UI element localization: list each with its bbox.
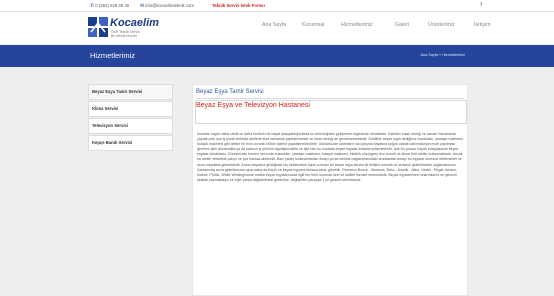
phone-number: 0 (262) 229 45 46 [95, 3, 130, 8]
logo-icon[interactable] [88, 17, 108, 38]
logo-title[interactable]: Kocaelim [110, 17, 159, 29]
phone-contact[interactable]: ✆0 (262) 229 45 46 [90, 0, 129, 12]
nav-services[interactable]: Hizmetlerimiz [341, 12, 373, 44]
sidebar-item-white-goods[interactable]: Beyaz Eşya Tamir Servisi [88, 84, 173, 100]
nav-gallery[interactable]: Galeri [395, 12, 409, 44]
email-address: info@kocaelimteknik.com [145, 3, 194, 8]
nav-corporate[interactable]: Kurumsal [302, 12, 324, 44]
content-heading: Beyaz Eşya ve Televizyon Hastanesi [196, 102, 310, 109]
nav-products[interactable]: Ürünlerimiz [428, 12, 455, 44]
sidebar-item-kepce-bandi[interactable]: Kepçe Bandı Servisi [88, 135, 173, 151]
top-contact-bar: ✆0 (262) 229 45 46 ✉info@kocaelimteknik.… [0, 0, 554, 12]
breadcrumb[interactable]: Ana Sayfa » Hizmetlerimiz [420, 53, 465, 57]
site-header: Kocaelim Özel Teknik Servis Bir teknik h… [0, 12, 554, 44]
sidebar-item-air-conditioning[interactable]: Klima Servisi [88, 101, 173, 117]
content-title: Beyaz Eşya Tamir Servisi [196, 89, 264, 95]
email-contact[interactable]: ✉info@kocaelimteknik.com [140, 0, 194, 12]
phone-icon: ✆ [90, 3, 95, 9]
nav-contact[interactable]: İletişim [474, 12, 490, 44]
page-banner: Hizmetlerimiz Ana Sayfa » Hizmetlerimiz [0, 45, 554, 67]
page-title: Hizmetlerimiz [90, 51, 135, 60]
sidebar-item-television[interactable]: Televizyon Servisi [88, 118, 173, 134]
facebook-icon[interactable]: f [480, 0, 482, 11]
email-icon: ✉ [140, 3, 145, 9]
service-request-link[interactable]: Teknik Servis İstek Formu [212, 0, 265, 11]
services-sidebar: Beyaz Eşya Tamir Servisi Klima Servisi T… [88, 84, 173, 152]
content-body: İnsanlar bugün daha rahat ve daha konfor… [197, 132, 464, 182]
content-panel: Beyaz Eşya Tamir Servisi Beyaz Eşya ve T… [192, 84, 468, 296]
logo-tagline: Bir teknik hizmet [111, 34, 137, 38]
nav-home[interactable]: Ana Sayfa [262, 12, 286, 44]
divider [196, 98, 464, 99]
